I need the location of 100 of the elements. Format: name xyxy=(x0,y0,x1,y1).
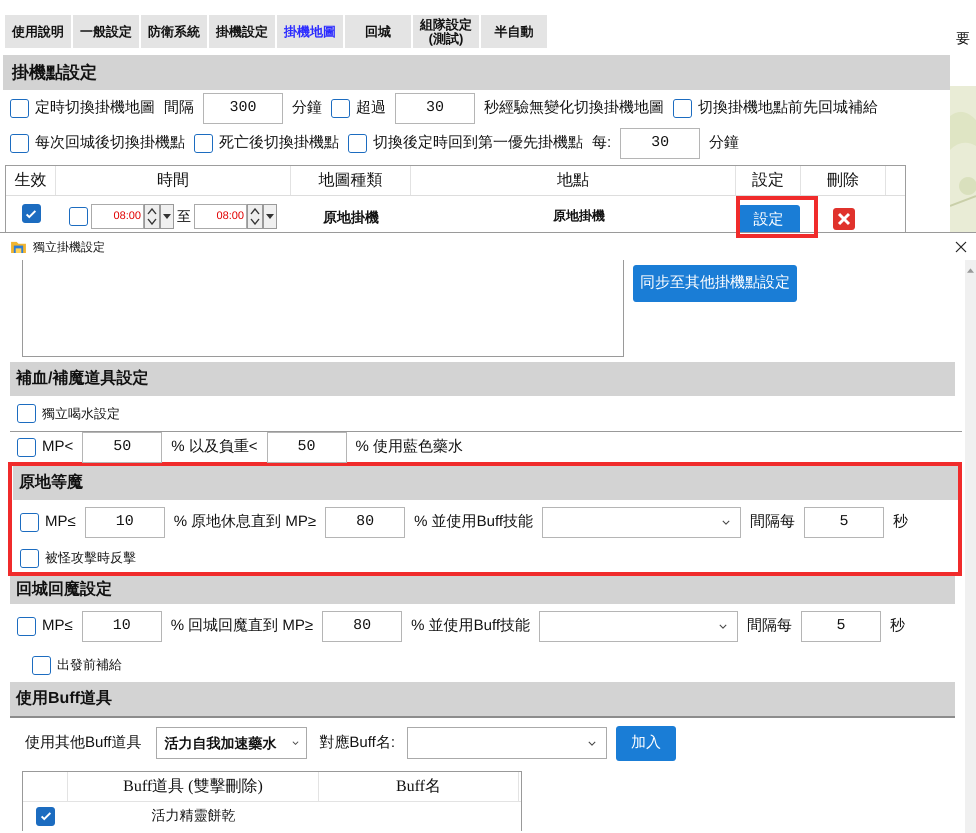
checkbox-label: MP< xyxy=(42,436,74,457)
column-header: 生效 xyxy=(6,166,56,195)
checkbox[interactable] xyxy=(32,656,51,674)
label: 要 xyxy=(956,29,970,48)
tab[interactable]: 一般設定 xyxy=(73,15,139,48)
input-field[interactable]: 50 xyxy=(266,432,347,462)
input-field[interactable]: 30 xyxy=(395,93,475,124)
checkbox[interactable] xyxy=(10,99,29,118)
input-field[interactable]: 10 xyxy=(84,506,165,538)
table-cell: 原地掛機 xyxy=(553,208,605,223)
column-header: 時間 xyxy=(56,166,291,195)
add-button[interactable]: 加入 xyxy=(616,726,676,760)
input-field[interactable]: 50 xyxy=(82,432,162,462)
checkbox[interactable] xyxy=(194,134,213,152)
checkbox[interactable] xyxy=(20,548,39,568)
label: 秒 xyxy=(890,616,906,636)
tab[interactable]: 掛機設定 xyxy=(209,15,275,48)
dropdown-button[interactable] xyxy=(160,204,174,229)
chevron-icon xyxy=(719,624,728,628)
table-cell-text: 原地掛機 xyxy=(322,208,380,227)
checkbox-label: 出發前補給 xyxy=(57,656,122,674)
label: 分鐘 xyxy=(292,98,322,118)
checkbox[interactable] xyxy=(17,404,36,423)
input-field[interactable]: 5 xyxy=(804,506,884,538)
spinner-icon[interactable] xyxy=(144,204,160,229)
window-title: 獨立掛機設定 xyxy=(33,238,105,256)
caret-icon xyxy=(266,214,274,219)
close-button[interactable] xyxy=(954,240,968,254)
scrollbar[interactable] xyxy=(965,260,976,833)
checkbox-label: 切換後定時回到第一優先掛機點 xyxy=(373,132,583,153)
label: % 並使用Buff技能 xyxy=(411,616,530,636)
input-field[interactable]: 300 xyxy=(203,93,283,124)
checkbox[interactable] xyxy=(36,806,55,826)
checkbox-label: 定時切換掛機地圖 xyxy=(35,98,155,118)
time-field[interactable]: 08:00 xyxy=(194,204,247,229)
checkbox-label: MP≤ xyxy=(45,512,76,532)
tab[interactable]: 掛機地圖 xyxy=(277,15,343,48)
checkbox-label: 死亡後切換掛機點 xyxy=(219,132,339,153)
sync-button[interactable]: 同步至其他掛機點設定 xyxy=(633,265,797,302)
checkbox-label: 每次回城後切換掛機點 xyxy=(35,132,185,153)
dropdown[interactable]: 活力自我加速藥水 xyxy=(156,727,308,759)
input-field[interactable]: 30 xyxy=(620,128,700,158)
chevron-icon xyxy=(588,740,596,746)
caret-icon xyxy=(163,214,171,219)
spinner-icon[interactable] xyxy=(247,204,263,229)
chevron-icon xyxy=(292,741,300,745)
column-header: 地點 xyxy=(411,166,736,195)
label: 使用其他Buff道具 xyxy=(25,732,142,753)
tab[interactable]: 組隊設定 (測試) xyxy=(413,15,479,48)
label: 秒經驗無變化切換掛機地圖 xyxy=(484,98,664,118)
table-cell: 活力精靈餅乾 xyxy=(152,807,236,823)
checkbox[interactable] xyxy=(10,134,29,152)
label: % 並使用Buff技能 xyxy=(414,512,534,532)
label: 間隔 xyxy=(164,98,194,118)
section-header: 掛機點設定 xyxy=(3,55,950,90)
input-field[interactable]: 10 xyxy=(82,610,162,642)
label: 每: xyxy=(592,132,612,153)
label: % 回城回魔直到 MP≥ xyxy=(170,616,314,636)
column-header: 設定 xyxy=(736,166,801,195)
input-field[interactable]: 5 xyxy=(801,610,882,642)
checkbox-label: 切換掛機地點前先回城補給 xyxy=(698,98,878,118)
checkbox[interactable] xyxy=(17,616,36,636)
delete-icon[interactable] xyxy=(832,208,854,230)
checkbox[interactable] xyxy=(69,207,88,226)
label: 對應Buff名: xyxy=(319,732,396,753)
label: % 以及負重< xyxy=(171,436,258,457)
tab[interactable]: 半自動 xyxy=(481,15,547,48)
tab[interactable]: 使用說明 xyxy=(5,15,71,48)
label: 間隔每 xyxy=(750,512,796,532)
checkbox[interactable] xyxy=(22,204,40,223)
input-field[interactable]: 80 xyxy=(325,506,406,538)
section-header: 使用Buff道具 xyxy=(10,682,955,718)
column-header: Buff道具 (雙擊刪除) xyxy=(68,772,319,801)
checkbox[interactable] xyxy=(331,99,350,118)
section-header: 回城回魔設定 xyxy=(10,576,955,604)
chevron-icon xyxy=(722,520,730,524)
checkbox[interactable] xyxy=(17,438,36,456)
checkbox[interactable] xyxy=(20,512,39,532)
checkbox-label: MP≤ xyxy=(42,616,73,636)
tab[interactable]: 回城 xyxy=(345,15,411,48)
checkbox[interactable] xyxy=(348,134,367,152)
input-field[interactable]: 80 xyxy=(322,610,402,642)
label: 至 xyxy=(177,207,191,226)
section-header: 補血/補魔道具設定 xyxy=(10,362,955,396)
checkbox[interactable] xyxy=(673,99,692,118)
label: % 原地休息直到 MP≥ xyxy=(174,512,316,532)
column-header: 刪除 xyxy=(801,166,886,195)
column-header: 地圖種類 xyxy=(291,166,411,195)
time-field[interactable]: 08:00 xyxy=(91,204,144,229)
tab[interactable]: 防衛系統 xyxy=(141,15,207,48)
settings-button[interactable]: 設定 xyxy=(738,205,800,232)
label: 秒 xyxy=(893,512,908,532)
section-header: 原地等魔 xyxy=(13,466,958,500)
column-header: Buff名 xyxy=(319,772,519,801)
checkbox-label: 超過 xyxy=(356,98,386,118)
dropdown-button[interactable] xyxy=(263,204,277,229)
folder-icon xyxy=(11,240,26,253)
checkbox-label: 獨立喝水設定 xyxy=(42,404,120,423)
label: % 使用藍色藥水 xyxy=(356,436,464,457)
close-icon xyxy=(955,240,967,252)
